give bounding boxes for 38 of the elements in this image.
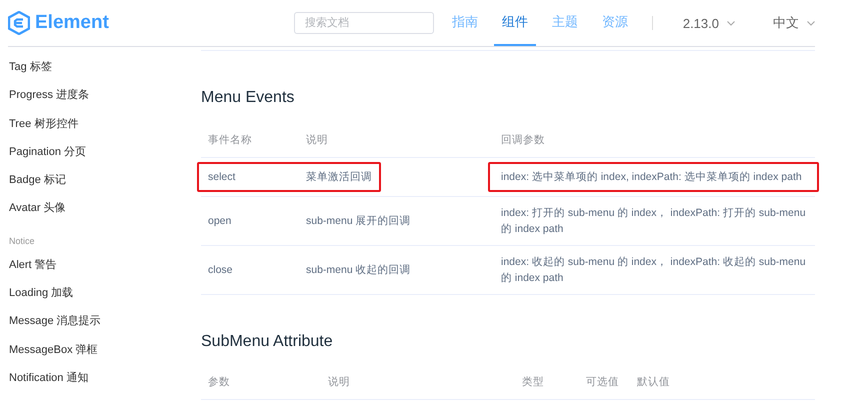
sidebar-item[interactable]: Message 消息提示 <box>9 307 190 336</box>
table-cell: index: 收起的 sub-menu 的 index， indexPath: 收起的 sub-menu 的 index path <box>501 256 806 284</box>
sidebar-item[interactable]: Notification 通知 <box>9 364 190 392</box>
column-header: 说明 <box>328 376 350 388</box>
sidebar-item[interactable]: Pagination 分页 <box>9 138 190 166</box>
table-cell: close <box>208 264 233 276</box>
sidebar-item[interactable]: Tag 标签 <box>9 53 190 82</box>
table-cell: index: 选中菜单项的 index, indexPath: 选中菜单项的 index path <box>501 171 802 183</box>
column-header: 回调参数 <box>501 134 545 146</box>
sidebar-item[interactable]: Progress 进度条 <box>9 81 190 110</box>
column-header: 可选值 <box>586 376 619 388</box>
column-header: 参数 <box>208 376 230 388</box>
table-cell: open <box>208 215 232 227</box>
table-cell: select <box>208 171 236 183</box>
nav-link[interactable]: 组件 <box>494 0 536 46</box>
table-cell: 菜单激活回调 <box>306 171 372 183</box>
version-dropdown[interactable]: 2.13.0 <box>682 16 735 30</box>
sidebar-item[interactable]: Loading 加载 <box>9 279 190 308</box>
table-cell: index: 打开的 sub-menu 的 index， indexPath: 打开的 sub-menu 的 index path <box>501 207 806 235</box>
caret-icon <box>807 20 815 26</box>
sidebar-item[interactable]: Alert 警告 <box>9 250 190 280</box>
section-title: Menu Events <box>201 89 296 107</box>
sidebar-item[interactable]: MessageBox 弹框 <box>9 336 190 364</box>
search-field[interactable]: 搜索文档 <box>294 12 434 34</box>
sidebar-item[interactable]: Avatar 头像 <box>9 194 190 223</box>
column-header: 类型 <box>522 376 544 388</box>
table-cell: sub-menu 收起的回调 <box>306 264 411 276</box>
sidebar-item[interactable]: Badge 标记 <box>9 166 190 194</box>
column-header: 事件名称 <box>208 134 252 146</box>
section-title: SubMenu Attribute <box>201 333 334 351</box>
language-dropdown[interactable]: 中文 <box>773 14 815 32</box>
column-header: 默认值 <box>637 376 670 388</box>
sidebar-item[interactable]: Tree 树形控件 <box>9 110 190 138</box>
sidebar-group-title: Notice <box>9 234 36 248</box>
column-header: 说明 <box>306 134 328 146</box>
table-cell: sub-menu 展开的回调 <box>306 215 411 227</box>
caret-icon <box>727 20 735 26</box>
logo-icon <box>8 11 30 35</box>
